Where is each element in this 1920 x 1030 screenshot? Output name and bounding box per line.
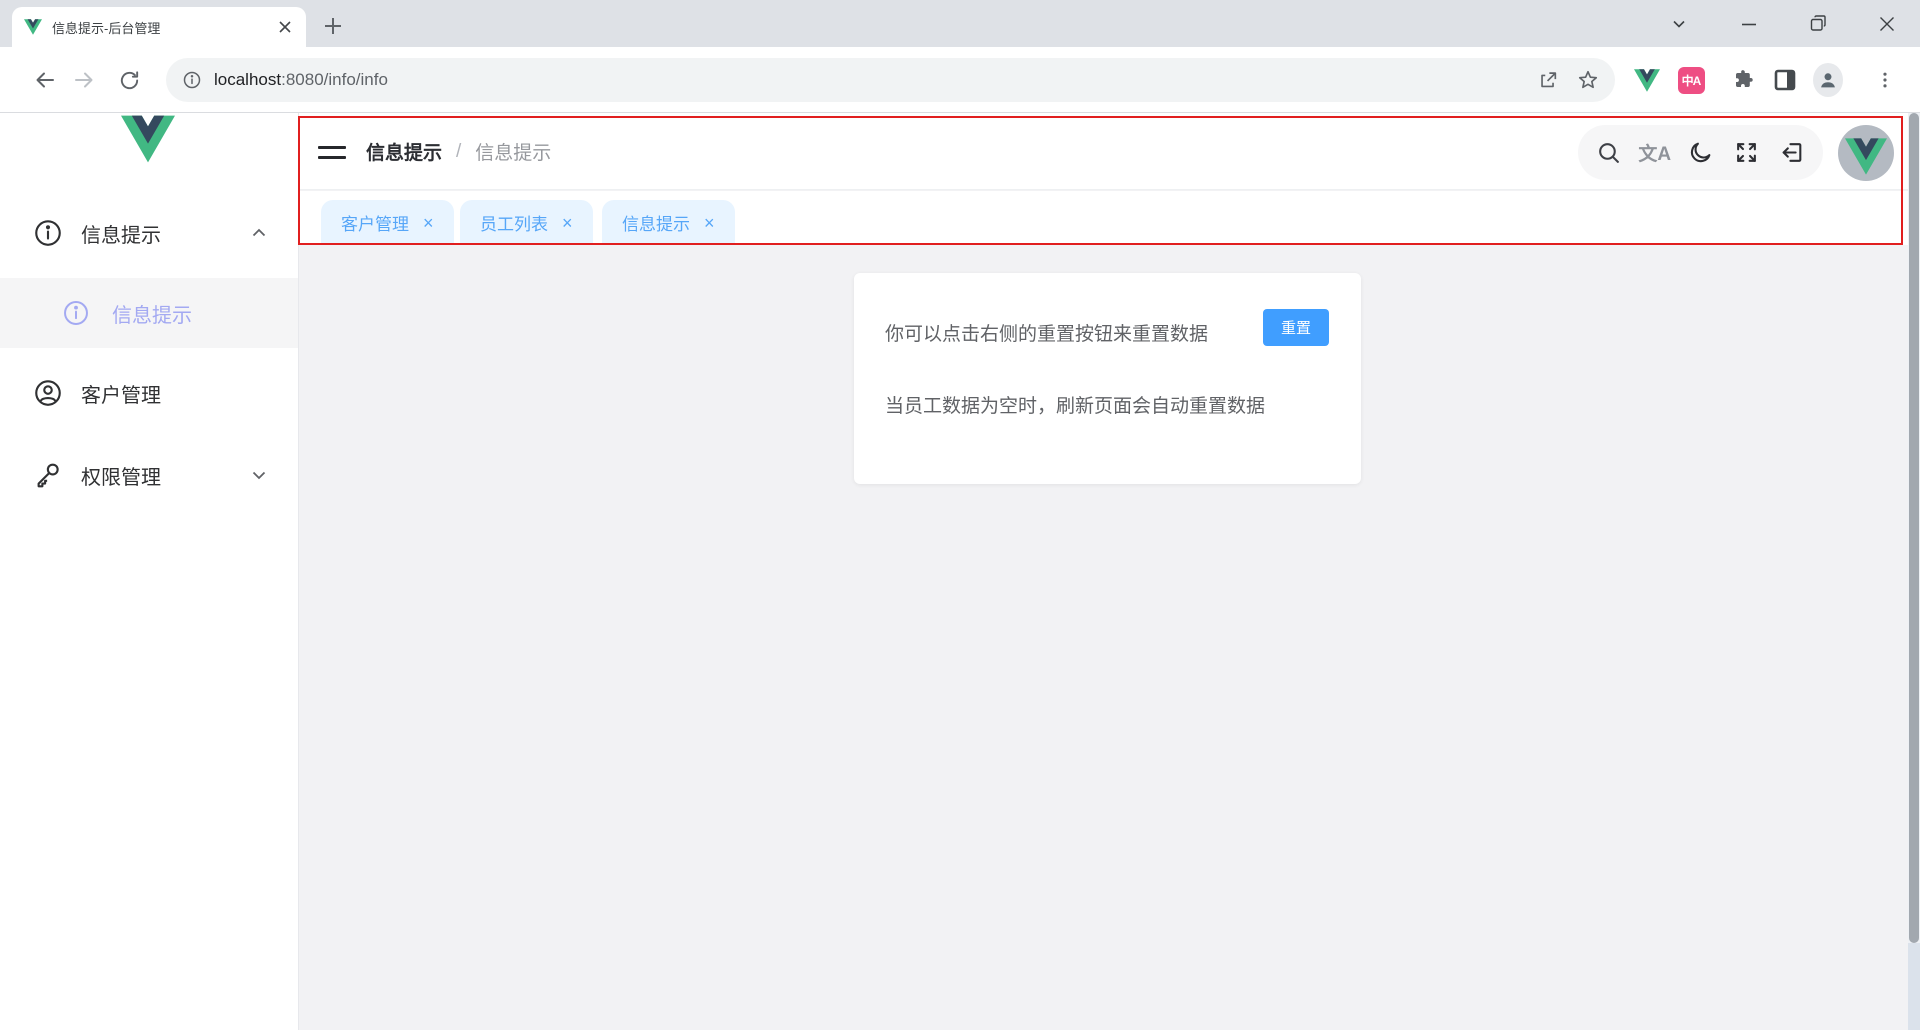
content-area: 你可以点击右侧的重置按钮来重置数据 重置 当员工数据为空时，刷新页面会自动重置数… bbox=[299, 245, 1908, 1030]
info-icon bbox=[64, 301, 88, 325]
reload-button[interactable] bbox=[111, 62, 147, 98]
sidebar-item-label: 信息提示 bbox=[112, 304, 192, 327]
minimize-button[interactable] bbox=[1718, 0, 1780, 47]
main-area: 信息提示 / 信息提示 文A 客户管理 × 员工列表 × 信息提示 × 你可以点… bbox=[299, 113, 1908, 1030]
sidebar: 信息提示 信息提示 客户管理 权限管理 bbox=[0, 113, 299, 1030]
sidebar-item-customers[interactable]: 客户管理 bbox=[0, 360, 298, 426]
scrollbar-thumb[interactable] bbox=[1909, 113, 1919, 943]
browser-toolbar: localhost:8080/info/info 中A bbox=[0, 47, 1920, 113]
breadcrumb-current: 信息提示 bbox=[475, 143, 552, 164]
app-viewport: 信息提示 信息提示 客户管理 权限管理 信息提示 / 信息提示 文A 客户管理 … bbox=[0, 113, 1920, 1030]
forward-button-disabled bbox=[66, 62, 102, 98]
search-icon[interactable] bbox=[1596, 140, 1622, 166]
key-icon bbox=[37, 463, 59, 488]
close-window-button[interactable] bbox=[1856, 0, 1918, 47]
restore-button[interactable] bbox=[1787, 0, 1849, 47]
breadcrumb: 信息提示 / 信息提示 bbox=[366, 113, 551, 190]
card-line2: 当员工数据为空时，刷新页面会自动重置数据 bbox=[885, 396, 1266, 417]
tag-close-icon[interactable]: × bbox=[423, 214, 434, 232]
tag-close-icon[interactable]: × bbox=[562, 214, 573, 232]
sidebar-item-label: 客户管理 bbox=[81, 384, 161, 407]
collapse-sidebar-icon[interactable] bbox=[318, 140, 346, 164]
fullscreen-icon[interactable] bbox=[1733, 140, 1759, 166]
tab-title: 信息提示-后台管理 bbox=[52, 20, 161, 36]
browser-tab[interactable]: 信息提示-后台管理 bbox=[12, 7, 306, 47]
sidebar-item-label: 权限管理 bbox=[81, 466, 161, 489]
logout-icon[interactable] bbox=[1779, 140, 1805, 166]
navbar-actions: 文A bbox=[1578, 125, 1823, 180]
reset-button[interactable]: 重置 bbox=[1263, 309, 1329, 346]
browser-titlebar: 信息提示-后台管理 bbox=[0, 0, 1920, 47]
sidebar-vue-logo bbox=[121, 115, 175, 163]
dark-mode-moon-icon[interactable] bbox=[1687, 140, 1713, 166]
url-text[interactable]: localhost:8080/info/info bbox=[214, 70, 1519, 90]
share-icon[interactable] bbox=[1537, 69, 1559, 91]
translate-extension-icon[interactable]: 中A bbox=[1676, 65, 1706, 95]
tab-search-chevron-icon[interactable] bbox=[1648, 0, 1710, 47]
tags-bar: 客户管理 × 员工列表 × 信息提示 × bbox=[299, 191, 1908, 245]
info-icon bbox=[35, 220, 61, 246]
profile-button[interactable] bbox=[1813, 63, 1843, 97]
tag-employees[interactable]: 员工列表 × bbox=[460, 200, 593, 245]
extensions-puzzle-icon[interactable] bbox=[1728, 65, 1758, 95]
vue-avatar-logo bbox=[1845, 138, 1887, 175]
bookmark-star-icon[interactable] bbox=[1577, 69, 1599, 91]
info-card: 你可以点击右侧的重置按钮来重置数据 重置 当员工数据为空时，刷新页面会自动重置数… bbox=[854, 273, 1361, 484]
customer-icon bbox=[35, 380, 61, 406]
navbar: 信息提示 / 信息提示 文A bbox=[299, 113, 1908, 190]
user-avatar[interactable] bbox=[1838, 125, 1894, 181]
breadcrumb-parent[interactable]: 信息提示 bbox=[366, 138, 442, 165]
page-scrollbar[interactable] bbox=[1908, 113, 1920, 1030]
breadcrumb-separator: / bbox=[456, 140, 462, 162]
sidebar-item-info-parent[interactable]: 信息提示 bbox=[0, 200, 298, 266]
browser-menu-dots-icon[interactable] bbox=[1870, 65, 1900, 95]
tag-customers[interactable]: 客户管理 × bbox=[321, 200, 454, 245]
card-line1: 你可以点击右侧的重置按钮来重置数据 bbox=[885, 323, 1209, 345]
translate-icon[interactable]: 文A bbox=[1638, 140, 1671, 166]
sidebar-item-info-child-active[interactable]: 信息提示 bbox=[0, 278, 298, 348]
tab-close-icon[interactable] bbox=[276, 18, 294, 36]
tag-label: 信息提示 bbox=[622, 215, 690, 234]
tag-label: 员工列表 bbox=[480, 215, 548, 234]
new-tab-button[interactable] bbox=[318, 11, 348, 41]
sidebar-item-permissions[interactable]: 权限管理 bbox=[0, 442, 298, 508]
site-info-icon[interactable] bbox=[182, 70, 202, 90]
vue-devtools-extension-icon[interactable] bbox=[1632, 65, 1662, 95]
tag-label: 客户管理 bbox=[341, 215, 409, 234]
sidebar-item-label: 信息提示 bbox=[81, 224, 161, 247]
chevron-down-icon bbox=[252, 471, 266, 480]
side-panel-icon[interactable] bbox=[1770, 65, 1800, 95]
tag-info[interactable]: 信息提示 × bbox=[602, 200, 735, 245]
tag-close-icon[interactable]: × bbox=[704, 214, 715, 232]
profile-person-icon bbox=[1821, 73, 1835, 88]
scrollbar-track bbox=[1908, 943, 1920, 1030]
chevron-up-icon bbox=[252, 228, 266, 237]
sidebar-menu: 信息提示 信息提示 客户管理 权限管理 bbox=[0, 200, 298, 508]
address-bar[interactable]: localhost:8080/info/info bbox=[166, 58, 1615, 102]
back-button[interactable] bbox=[27, 62, 63, 98]
vue-favicon-icon bbox=[24, 19, 42, 35]
